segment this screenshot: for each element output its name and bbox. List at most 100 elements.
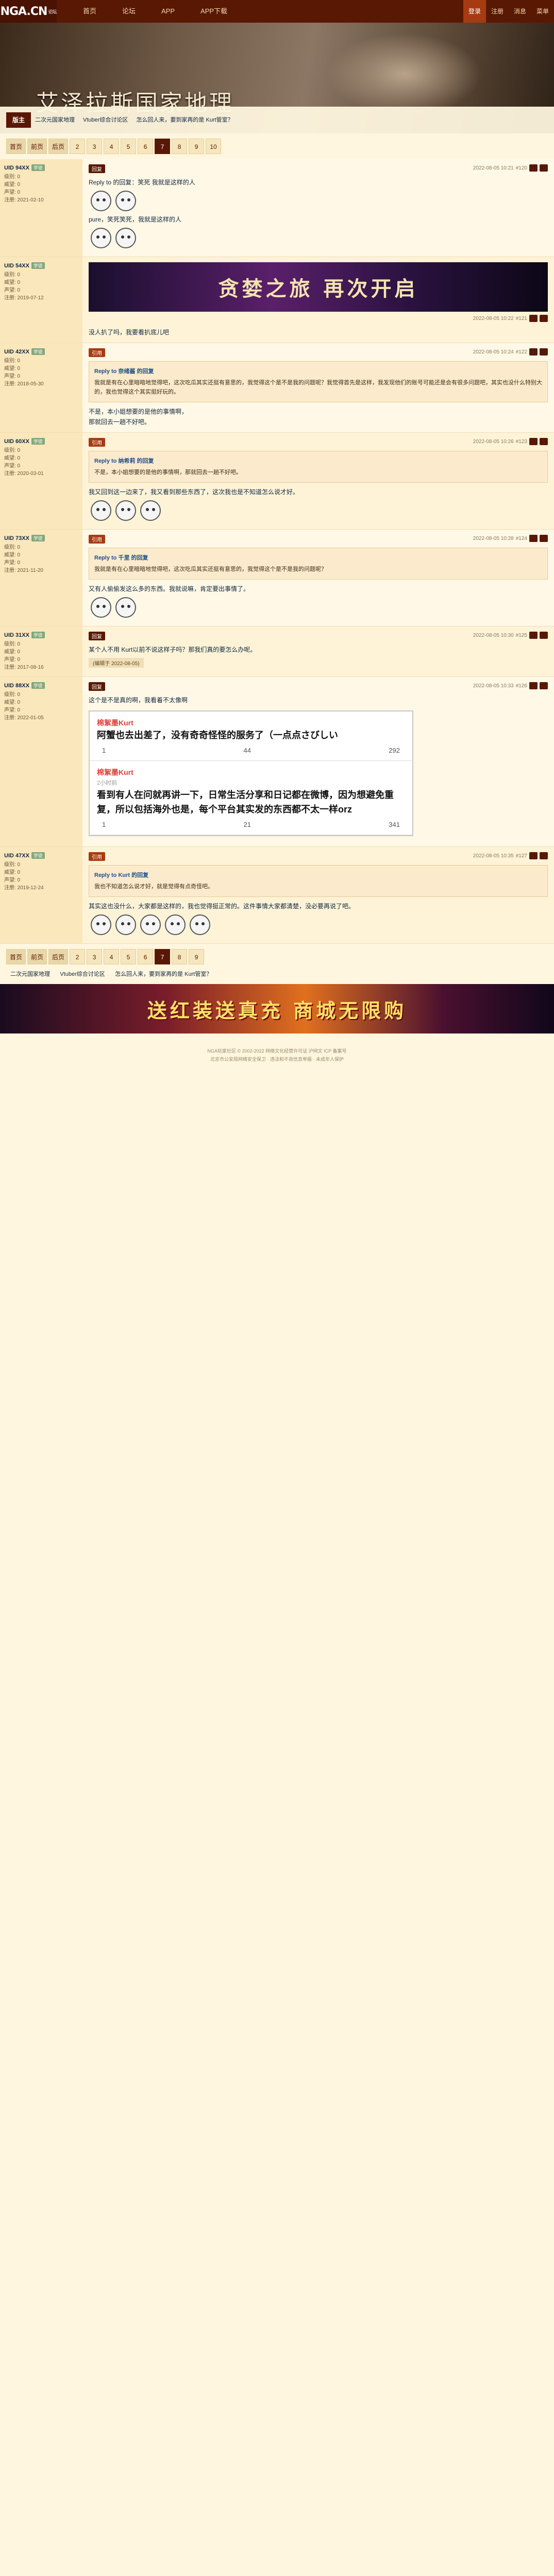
pager-page[interactable]: 6	[138, 139, 154, 154]
more-icon[interactable]	[540, 852, 548, 859]
pager-page[interactable]: 2	[70, 949, 86, 964]
footer: NGA玩家社区 © 2002-2022 网络文化经营许可证 沪网文 ICP 备案…	[0, 1040, 554, 1071]
post-tag: 回复	[89, 632, 105, 640]
quote-head[interactable]: Reply to 纳希莉 的回复	[94, 456, 542, 466]
sub-forum-2[interactable]: Vtuber综合讨论区	[56, 971, 109, 977]
nav-forum[interactable]: 论坛	[109, 0, 148, 23]
reply-icon[interactable]	[529, 852, 538, 859]
post-text: Reply to 的回复：笑死 我就是这样的人	[89, 179, 195, 186]
sub-forum-1[interactable]: 二次元国家地理	[31, 112, 79, 128]
post-floor[interactable]: #123	[516, 439, 527, 445]
site-logo[interactable]: NGA.CN 论坛	[0, 0, 57, 23]
user-meta: 注册: 2019-07-12	[4, 295, 44, 301]
reply-icon[interactable]	[529, 164, 538, 172]
weibo-screenshot: 棉絮墨Kurt 阿蟹也去出差了，没有奇奇怪怪的服务了（一点点さびしい 1 44 29…	[89, 710, 413, 836]
pager-next[interactable]: 后页	[48, 139, 69, 154]
login-button[interactable]: 登录	[463, 0, 486, 23]
pager-page[interactable]: 9	[189, 949, 205, 964]
post-floor[interactable]: #121	[516, 316, 527, 321]
user-name[interactable]: UID 54XX	[4, 263, 29, 269]
post-floor[interactable]: #120	[516, 165, 527, 171]
current-sub[interactable]: 版主	[6, 112, 31, 128]
sub-forum-bottom: 二次元国家地理 Vtuber综合讨论区 怎么回人来，要到家再的是 Kurt管室？	[0, 970, 554, 978]
menu-button[interactable]: 菜单	[531, 0, 554, 23]
pager-first[interactable]: 首页	[6, 139, 26, 154]
pager-page[interactable]: 5	[121, 139, 137, 154]
user-meta: 注册: 2021-02-10	[4, 197, 44, 203]
pager-next[interactable]: 后页	[48, 949, 69, 964]
ad-banner[interactable]: 贪婪之旅 再次开启	[89, 262, 548, 312]
pager-page[interactable]: 8	[172, 949, 188, 964]
post-floor[interactable]: #122	[516, 349, 527, 355]
sticker-icon	[115, 914, 136, 935]
sticker-icon	[91, 191, 111, 211]
post: UID 31XX 学徒 级别: 0 威望: 0 声望: 0 注册: 2017-08-16…	[0, 626, 554, 677]
register-button[interactable]: 注册	[486, 0, 509, 23]
quote-head[interactable]: Reply to 千里 的回复	[94, 553, 542, 563]
more-icon[interactable]	[540, 348, 548, 355]
pager-page[interactable]: 2	[70, 139, 86, 154]
more-icon[interactable]	[540, 682, 548, 689]
user-meta: 威望: 0	[4, 280, 21, 285]
user-meta: 注册: 2017-08-16	[4, 665, 44, 670]
pager-page[interactable]: 8	[172, 139, 188, 154]
pager-prev[interactable]: 前页	[27, 949, 47, 964]
pager-page[interactable]: 10	[206, 139, 222, 154]
user-name[interactable]: UID 88XX	[4, 683, 29, 689]
user-meta: 声望: 0	[4, 657, 21, 663]
sub-forum-2[interactable]: Vtuber综合讨论区	[79, 112, 132, 128]
pager-prev[interactable]: 前页	[27, 139, 47, 154]
pager-current[interactable]: 7	[155, 949, 171, 964]
post: UID 54XX 学徒 级别: 0 威望: 0 声望: 0 注册: 2019-07-12…	[0, 257, 554, 343]
post: UID 60XX 学徒 级别: 0 威望: 0 声望: 0 注册: 2020-03-01…	[0, 433, 554, 530]
pager-page[interactable]: 3	[87, 949, 103, 964]
user-name[interactable]: UID 94XX	[4, 165, 29, 171]
nav-home[interactable]: 首页	[70, 0, 109, 23]
reply-icon[interactable]	[529, 438, 538, 445]
reply-icon[interactable]	[529, 632, 538, 639]
post-floor[interactable]: #127	[516, 853, 527, 859]
reply-icon[interactable]	[529, 682, 538, 689]
message-button[interactable]: 消息	[509, 0, 531, 23]
nav-app-download[interactable]: APP下载	[188, 0, 240, 23]
quote-head[interactable]: Reply to Kurt 的回复	[94, 871, 542, 880]
weibo-post: 棉絮墨Kurt 阿蟹也去出差了，没有奇奇怪怪的服务了（一点点さびしい 1 44 29…	[90, 711, 412, 761]
post-floor[interactable]: #126	[516, 683, 527, 689]
post-tag: 回复	[89, 164, 105, 173]
user-name[interactable]: UID 42XX	[4, 349, 29, 355]
quote-head[interactable]: Reply to 奈绪酱 的回复	[94, 367, 542, 376]
sub-forum-3[interactable]: 怎么回人来，要到家再的是 Kurt管室？	[111, 971, 216, 977]
reply-icon[interactable]	[529, 535, 538, 542]
sub-forum-3[interactable]: 怎么回人来，要到家再的是 Kurt管室？	[132, 112, 237, 128]
pager-page[interactable]: 3	[87, 139, 103, 154]
more-icon[interactable]	[540, 438, 548, 445]
user-name[interactable]: UID 31XX	[4, 632, 29, 638]
user-panel: UID 47XX 学徒 级别: 0 威望: 0 声望: 0 注册: 2019-12-24	[0, 847, 82, 943]
sub-forum-1[interactable]: 二次元国家地理	[6, 971, 54, 977]
post-floor[interactable]: #125	[516, 633, 527, 638]
user-panel: UID 42XX 学徒 级别: 0 威望: 0 声望: 0 注册: 2018-05-30	[0, 343, 82, 432]
pager-page[interactable]: 4	[104, 139, 120, 154]
user-level: 学徒	[31, 262, 45, 269]
user-panel: UID 54XX 学徒 级别: 0 威望: 0 声望: 0 注册: 2019-07-12	[0, 257, 82, 343]
pager-page[interactable]: 5	[121, 949, 137, 964]
user-name[interactable]: UID 73XX	[4, 535, 29, 541]
pager-first[interactable]: 首页	[6, 949, 26, 964]
reply-icon[interactable]	[529, 315, 538, 322]
user-name[interactable]: UID 60XX	[4, 438, 29, 445]
pager-page[interactable]: 4	[104, 949, 120, 964]
more-icon[interactable]	[540, 164, 548, 172]
more-icon[interactable]	[540, 632, 548, 639]
post-time: 2022-08-05 10:30	[473, 632, 514, 638]
reply-icon[interactable]	[529, 348, 538, 355]
pager-page[interactable]: 6	[138, 949, 154, 964]
pager-current[interactable]: 7	[155, 139, 171, 154]
post-time: 2022-08-05 10:22	[473, 315, 514, 321]
more-icon[interactable]	[540, 535, 548, 542]
post-floor[interactable]: #124	[516, 536, 527, 541]
more-icon[interactable]	[540, 315, 548, 322]
pager-page[interactable]: 9	[189, 139, 205, 154]
bottom-ad-banner[interactable]: 送红装送真充 商城无限购	[0, 984, 554, 1033]
nav-app[interactable]: APP	[148, 0, 188, 23]
user-name[interactable]: UID 47XX	[4, 853, 29, 859]
